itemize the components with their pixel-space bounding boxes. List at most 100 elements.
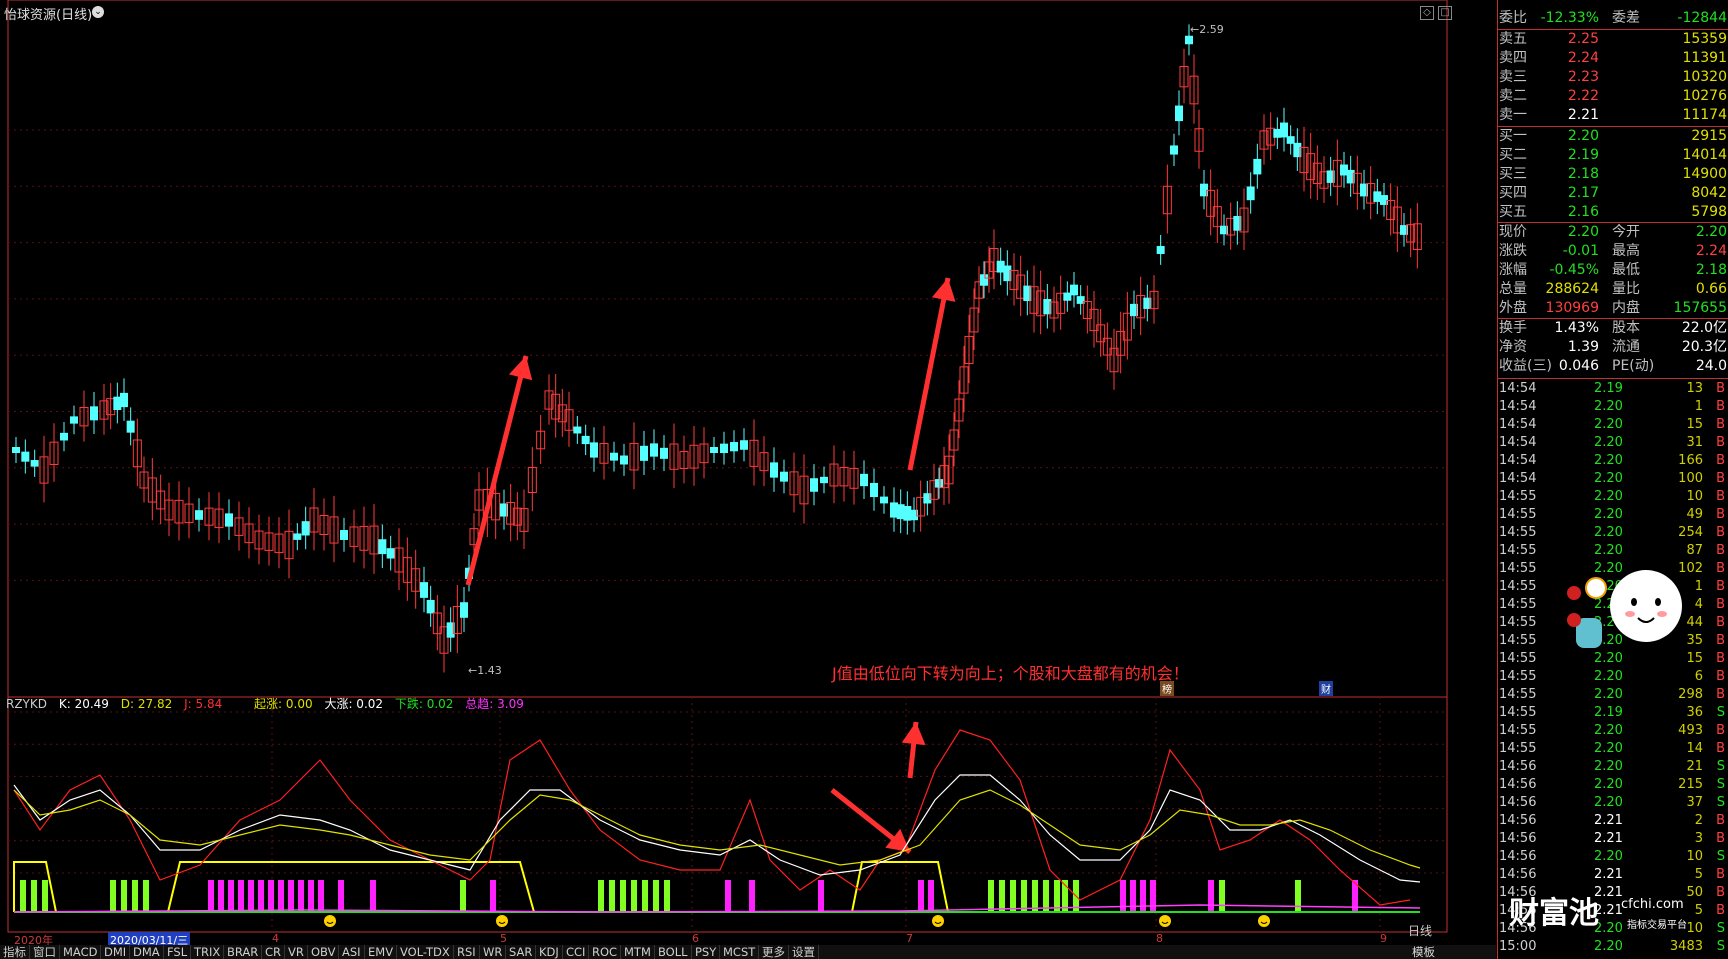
tab-16[interactable]: SAR: [506, 945, 537, 959]
template-button[interactable]: 模板: [1412, 945, 1435, 959]
tab-5[interactable]: FSL: [164, 945, 192, 959]
k-line: [13, 774, 1421, 883]
restore-icon[interactable]: ◇: [1420, 6, 1434, 20]
tab-20[interactable]: MTM: [621, 945, 655, 959]
tab-7[interactable]: BRAR: [224, 945, 263, 959]
rise-arrow-1: [465, 355, 529, 586]
bid-label: 买二: [1499, 147, 1527, 163]
tab-18[interactable]: CCI: [563, 945, 590, 959]
tick-time: 14:55: [1499, 489, 1537, 504]
maximize-icon[interactable]: □: [1438, 6, 1452, 20]
tick-price: 2.20: [1594, 795, 1623, 810]
tab-11[interactable]: ASI: [339, 945, 365, 959]
tab-8[interactable]: CR: [262, 945, 286, 959]
indicator-bar-green: [1295, 880, 1301, 912]
tick-side: B: [1716, 507, 1725, 522]
tick-row: 14:54 2.20 31 B: [1498, 434, 1728, 452]
tick-time: 14:55: [1499, 561, 1537, 576]
indicator-bar-green: [642, 880, 648, 912]
tick-time: 14:55: [1499, 615, 1537, 630]
candle-body: [1246, 186, 1255, 201]
tick-time: 14:56: [1499, 813, 1537, 828]
tick-row: 14:56 2.20 215 S: [1498, 776, 1728, 794]
tab-25[interactable]: 设置: [789, 945, 819, 959]
d-label: D: 27.82: [121, 697, 172, 711]
tick-time: 14:55: [1499, 705, 1537, 720]
indicator-bar-green: [1219, 880, 1225, 912]
tick-row: 14:55 2.20 298 B: [1498, 686, 1728, 704]
candle-body: [293, 533, 302, 540]
indicator-bar-magenta: [928, 880, 934, 912]
indicator-bar-magenta: [490, 880, 496, 912]
ask-row[interactable]: 卖二 2.22 10276: [1498, 87, 1728, 106]
j-line: [13, 729, 1411, 906]
tab-10[interactable]: OBV: [308, 945, 340, 959]
weibi-row: 委比 -12.33% 委差 -12844: [1498, 9, 1728, 28]
indicator-bar-green: [110, 880, 116, 912]
ask-row[interactable]: 卖四 2.24 11391: [1498, 49, 1728, 68]
bid-row[interactable]: 买四 2.17 8042: [1498, 184, 1728, 203]
bang-badge[interactable]: 榜: [1160, 681, 1174, 696]
tab-3[interactable]: DMI: [101, 945, 131, 959]
tick-row: 14:55 2.20 10 B: [1498, 488, 1728, 506]
tick-time: 14:54: [1499, 381, 1537, 396]
tab-21[interactable]: BOLL: [655, 945, 692, 959]
tab-12[interactable]: EMV: [365, 945, 398, 959]
tick-row: 14:54 2.19 13 B: [1498, 380, 1728, 398]
tick-time: 14:55: [1499, 597, 1537, 612]
tab-24[interactable]: 更多: [759, 945, 789, 959]
tick-row: 14:54 2.20 100 B: [1498, 470, 1728, 488]
bid-row[interactable]: 买二 2.19 14014: [1498, 146, 1728, 165]
indicator-bar-green: [1032, 880, 1038, 912]
tick-side: B: [1716, 669, 1725, 684]
tab-23[interactable]: MCST: [720, 945, 760, 959]
xiadie-value: 下跌: 0.02: [394, 697, 454, 711]
tick-row: 14:56 2.21 3 B: [1498, 830, 1728, 848]
tab-2[interactable]: MACD: [60, 945, 102, 959]
tab-22[interactable]: PSY: [692, 945, 721, 959]
tick-row: 15:00 2.20 3483 S: [1498, 938, 1728, 956]
tick-price: 2.20: [1594, 723, 1623, 738]
weicha-value: -12844: [1677, 10, 1727, 26]
bid-row[interactable]: 买一 2.20 2915: [1498, 127, 1728, 146]
kline-chart[interactable]: 2.402.302.202.102.001.901.801.701.60120.…: [0, 0, 1452, 938]
tick-side: B: [1716, 741, 1725, 756]
indicator-name[interactable]: RZYKD: [6, 697, 47, 711]
indicator-bar-magenta: [1208, 880, 1214, 912]
tab-15[interactable]: WR: [480, 945, 507, 959]
tab-0[interactable]: 指标: [0, 945, 30, 959]
candle-body: [740, 440, 748, 450]
tab-1[interactable]: 窗口: [30, 945, 60, 959]
tick-volume: 1: [1694, 579, 1703, 594]
tick-time: 14:55: [1499, 543, 1537, 558]
d-value: 27.82: [137, 697, 173, 711]
stat-label: 股本: [1612, 320, 1640, 336]
tick-volume: 13: [1686, 381, 1703, 396]
ask-row[interactable]: 卖三 2.23 10320: [1498, 68, 1728, 87]
tick-time: 14:55: [1499, 651, 1537, 666]
bid-row[interactable]: 买三 2.18 14900: [1498, 165, 1728, 184]
logo-slogan: 指标交易平台: [1627, 920, 1687, 931]
rise-arrow-1-head: [508, 356, 533, 381]
ask-row[interactable]: 卖一 2.21 11174: [1498, 106, 1728, 125]
stat-label: 总量: [1499, 281, 1527, 297]
stat-value: -0.01: [1562, 243, 1599, 259]
indicator-bar-magenta: [370, 880, 376, 912]
tick-price: 2.20: [1594, 507, 1623, 522]
tab-9[interactable]: VR: [285, 945, 308, 959]
tab-17[interactable]: KDJ: [536, 945, 563, 959]
tick-price: 2.20: [1594, 939, 1623, 954]
bid-row[interactable]: 买五 2.16 5798: [1498, 203, 1728, 222]
quote-panel: 委比 -12.33% 委差 -12844 卖五 2.25 15359 卖四 2.24 11…: [1497, 0, 1728, 959]
tab-4[interactable]: DMA: [130, 945, 164, 959]
tab-19[interactable]: ROC: [589, 945, 622, 959]
tab-6[interactable]: TRIX: [191, 945, 225, 959]
tab-13[interactable]: VOL-TDX: [397, 945, 454, 959]
ask-row[interactable]: 卖五 2.25 15359: [1498, 30, 1728, 49]
x-month-5: 5: [500, 932, 507, 945]
chart-canvas[interactable]: 2.402.302.202.102.001.901.801.701.60120.…: [0, 0, 1448, 933]
tab-14[interactable]: RSI: [454, 945, 480, 959]
dropdown-icon[interactable]: ⌄: [92, 6, 104, 18]
stat-label: 涨跌: [1499, 243, 1527, 259]
cai-badge[interactable]: 财: [1319, 681, 1333, 696]
